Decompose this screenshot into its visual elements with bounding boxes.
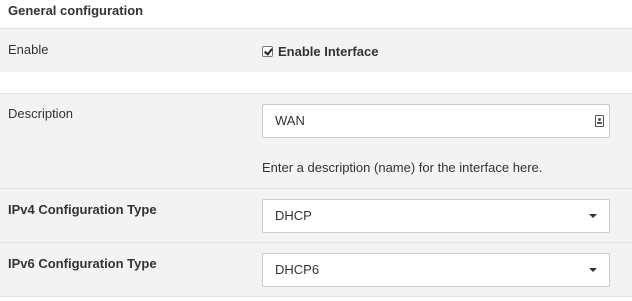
ipv6-config-label: IPv6 Configuration Type bbox=[8, 256, 157, 271]
description-row: Description WAN Enter a description (nam… bbox=[0, 93, 632, 188]
enable-row: Enable Enable Interface bbox=[0, 28, 632, 72]
enable-interface-checkbox[interactable] bbox=[262, 46, 273, 57]
ipv4-config-type-select[interactable]: DHCP bbox=[262, 199, 610, 233]
row-spacer bbox=[0, 72, 632, 93]
ipv6-config-type-select[interactable]: DHCP6 bbox=[262, 253, 610, 287]
description-input[interactable]: WAN bbox=[262, 104, 610, 138]
ipv4-config-selected-value: DHCP bbox=[275, 208, 312, 223]
ipv6-config-selected-value: DHCP6 bbox=[275, 262, 320, 277]
chevron-down-icon[interactable] bbox=[589, 268, 597, 272]
enable-interface-checkbox-group[interactable]: Enable Interface bbox=[262, 44, 378, 59]
ipv4-config-row: IPv4 Configuration Type DHCP bbox=[0, 188, 632, 242]
ipv4-config-label: IPv4 Configuration Type bbox=[8, 202, 157, 217]
description-help-text: Enter a description (name) for the inter… bbox=[262, 160, 543, 175]
section-title: General configuration bbox=[8, 3, 144, 18]
description-label: Description bbox=[8, 106, 74, 121]
chevron-down-icon[interactable] bbox=[589, 214, 597, 218]
enable-label: Enable bbox=[8, 42, 49, 57]
ipv6-config-row: IPv6 Configuration Type DHCP6 bbox=[0, 242, 632, 297]
description-input-value: WAN bbox=[275, 113, 305, 128]
enable-interface-label[interactable]: Enable Interface bbox=[278, 44, 378, 59]
general-configuration-panel: General configuration Enable Enable Inte… bbox=[0, 0, 632, 301]
contact-card-icon[interactable] bbox=[595, 115, 604, 127]
